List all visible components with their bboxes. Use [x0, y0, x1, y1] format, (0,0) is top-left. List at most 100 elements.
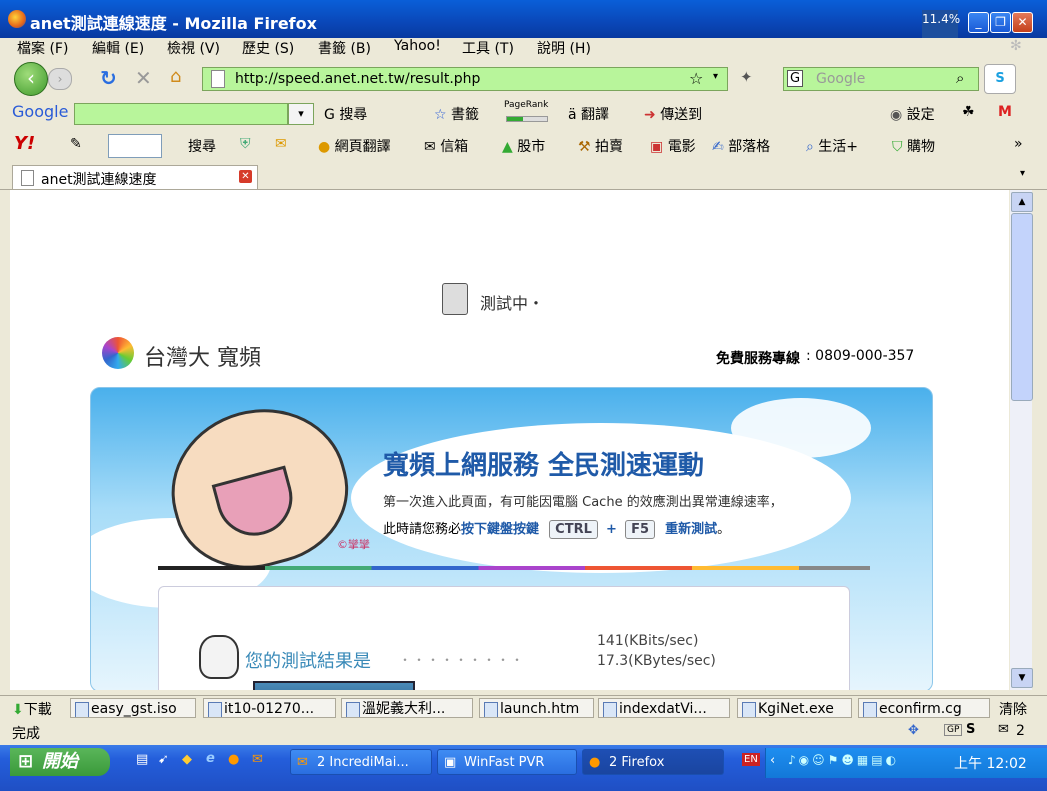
archive-icon: [603, 702, 617, 717]
dropdown-icon[interactable]: ▾: [713, 71, 718, 82]
mail-notify-icon[interactable]: ✉: [998, 722, 1009, 737]
envelope-icon[interactable]: ✉: [275, 136, 287, 152]
quicklaunch-app-icon[interactable]: ◆: [182, 752, 192, 767]
auction-button[interactable]: ⚒ 拍賣: [578, 136, 623, 156]
shop-icon: ⛉: [892, 139, 907, 155]
task-firefox[interactable]: ● 2 Firefox: [582, 749, 724, 775]
forward-button[interactable]: ›: [48, 68, 72, 90]
blog-button[interactable]: ✍ 部落格: [712, 136, 770, 156]
tab-close-icon[interactable]: ✕: [239, 170, 252, 183]
skype-status-icon[interactable]: S: [966, 722, 975, 737]
yahoo-search-input[interactable]: [108, 134, 162, 158]
scroll-up-icon[interactable]: ▲: [1011, 192, 1033, 212]
tray-icons[interactable]: ♪◉☺⚑☻▦▤◐: [788, 753, 899, 767]
task-incredimail[interactable]: ✉ 2 IncrediMai...: [290, 749, 432, 775]
tab-speedtest[interactable]: anet測試連線速度 ✕: [12, 165, 258, 189]
google-input-dropdown[interactable]: ▾: [288, 103, 314, 125]
scroll-down-icon[interactable]: ▼: [1011, 668, 1033, 688]
tab-list-icon[interactable]: ▾: [1020, 168, 1025, 179]
quicklaunch-cursor-icon[interactable]: ➹: [158, 752, 169, 767]
menu-edit[interactable]: 編輯 (E): [92, 38, 144, 58]
reload-icon[interactable]: ↻: [100, 66, 117, 90]
translate-button[interactable]: ä 翻譯: [568, 104, 609, 124]
google-bookmarks-button[interactable]: ☆ 書籤: [434, 104, 479, 124]
settings-button[interactable]: ◉ 設定: [890, 104, 935, 124]
life-icon: ⌕: [806, 139, 819, 155]
quicklaunch-desktop-icon[interactable]: ▤: [136, 752, 148, 767]
download-item[interactable]: KgiNet.exe: [737, 698, 852, 718]
quicklaunch-firefox-icon[interactable]: ●: [228, 752, 239, 767]
pagerank-bar: [506, 116, 548, 122]
sendto-button[interactable]: ➜ 傳送到: [644, 104, 702, 124]
gadget-icon[interactable]: ☘: [962, 104, 975, 120]
yahoo-logo-icon[interactable]: Y!: [14, 133, 35, 154]
scroll-thumb[interactable]: [1011, 213, 1033, 401]
language-indicator[interactable]: EN: [742, 753, 760, 766]
home-icon[interactable]: ⌂: [170, 66, 181, 87]
close-button[interactable]: ✕: [1012, 12, 1033, 33]
clear-downloads-button[interactable]: 清除: [999, 699, 1027, 719]
download-icon: ⬇: [12, 702, 24, 718]
overflow-chevron-icon[interactable]: »: [1014, 136, 1023, 152]
life-button[interactable]: ⌕ 生活+: [806, 136, 858, 156]
start-button[interactable]: ⊞ 開始: [10, 748, 110, 776]
tab-label: anet測試連線速度: [41, 172, 157, 188]
banner-headline: 寬頻上網服務 全民測速運動: [383, 451, 705, 481]
menu-file[interactable]: 檔案 (F): [17, 38, 68, 58]
menu-tools[interactable]: 工具 (T): [462, 38, 514, 58]
back-button[interactable]: ‹: [14, 62, 48, 96]
task-winfast[interactable]: ▣ WinFast PVR: [437, 749, 577, 775]
mail-button[interactable]: ✉ 信箱: [424, 136, 468, 156]
artist-signature: ©攣攣: [337, 538, 370, 551]
download-item[interactable]: easy_gst.iso: [70, 698, 196, 718]
search-box[interactable]: G Google ⌕: [783, 67, 979, 91]
download-item[interactable]: 溫妮義大利...: [341, 698, 473, 718]
vertical-scrollbar[interactable]: ▲ ▼: [1010, 190, 1033, 690]
gmail-icon[interactable]: M: [998, 104, 1012, 120]
shield-icon[interactable]: ⛨: [240, 136, 251, 152]
downloads-label: ⬇下載: [12, 702, 52, 718]
banner-note-line2: 此時請您務必按下鍵盤按鍵 CTRL + F5 重新測試。: [383, 520, 731, 539]
google-toolbar-input[interactable]: [74, 103, 288, 125]
gp-badge[interactable]: GP: [944, 724, 963, 736]
search-icon[interactable]: ⌕: [956, 69, 964, 87]
star-icon[interactable]: ☆: [689, 69, 703, 88]
menu-bookmarks[interactable]: 書籤 (B): [318, 38, 371, 58]
web-translate-button[interactable]: ● 網頁翻譯: [318, 136, 391, 156]
skype-icon[interactable]: S: [984, 64, 1016, 94]
google-search-button[interactable]: G 搜尋: [324, 104, 367, 124]
stock-icon: ▲: [502, 139, 518, 155]
ctrl-key: CTRL: [549, 520, 598, 539]
address-bar[interactable]: http://speed.anet.net.tw/result.php ☆ ▾: [202, 67, 728, 91]
pencil-icon[interactable]: ✎: [70, 136, 82, 152]
winfast-icon: ▣: [444, 755, 457, 770]
title-bar: anet測試連線速度 - Mozilla Firefox 11.4% _ ❐ ✕: [0, 0, 1047, 44]
download-item[interactable]: econfirm.cg: [858, 698, 990, 718]
download-item[interactable]: it10-01270...: [203, 698, 336, 718]
google-logo: Google: [12, 102, 69, 121]
menu-view[interactable]: 檢視 (V): [167, 38, 220, 58]
google-engine-icon[interactable]: G: [787, 70, 804, 87]
stock-button[interactable]: ▲ 股市: [502, 136, 545, 156]
download-item[interactable]: launch.htm: [479, 698, 594, 718]
google-g-icon: G: [324, 107, 340, 123]
maximize-button[interactable]: ❐: [990, 12, 1011, 33]
yahoo-search-button[interactable]: 搜尋: [188, 136, 216, 156]
sync-icon[interactable]: ✥: [908, 723, 919, 738]
stop-icon[interactable]: ✕: [135, 66, 152, 90]
menu-history[interactable]: 歷史 (S): [242, 38, 294, 58]
brand-logo-icon: [102, 337, 134, 369]
movie-button[interactable]: ▣ 電影: [650, 136, 696, 156]
menu-yahoo[interactable]: Yahoo!: [394, 38, 441, 54]
shop-button[interactable]: ⛉ 購物: [892, 136, 935, 156]
minimize-button[interactable]: _: [968, 12, 989, 33]
quicklaunch-mail-icon[interactable]: ✉: [252, 752, 263, 767]
quicklaunch-ie-icon[interactable]: e: [206, 751, 215, 766]
file-icon: [346, 702, 360, 717]
tray-expand-icon[interactable]: ‹: [770, 753, 775, 768]
menu-help[interactable]: 說明 (H): [537, 38, 591, 58]
download-item[interactable]: indexdatVi...: [598, 698, 730, 718]
throbber-icon: ✻: [1010, 38, 1022, 54]
extension-icon[interactable]: ✦: [740, 68, 753, 86]
downloads-bar: ⬇下載 easy_gst.iso it10-01270... 溫妮義大利... …: [0, 695, 1047, 720]
